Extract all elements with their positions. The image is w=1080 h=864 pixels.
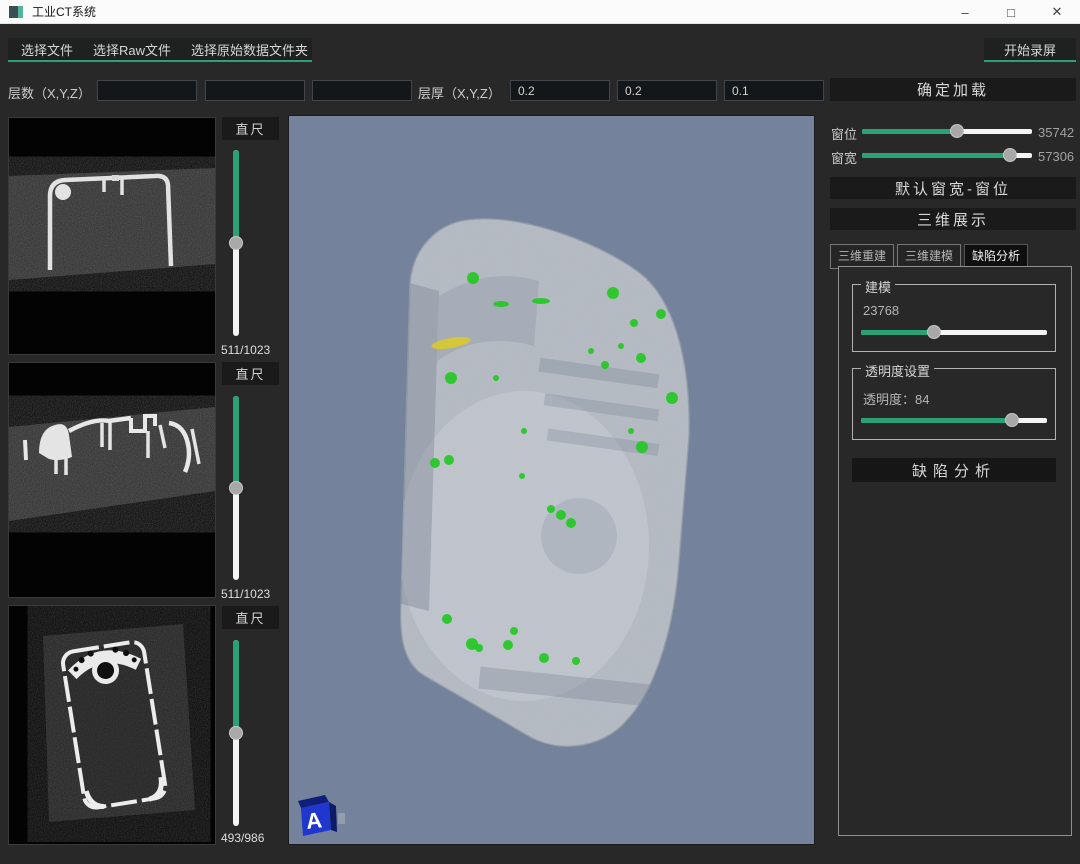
slice-position-1: 511/1023	[221, 343, 283, 357]
slice-slider-3[interactable]	[228, 640, 244, 826]
window-level-slider[interactable]	[862, 124, 1032, 138]
slider-handle[interactable]	[950, 124, 964, 138]
transparency-legend: 透明度设置	[861, 361, 934, 380]
record-toolbar: 开始录屏	[984, 38, 1076, 62]
window-width-value: 57306	[1038, 149, 1074, 164]
slider-handle[interactable]	[229, 726, 243, 740]
slider-handle[interactable]	[1005, 413, 1019, 427]
maximize-button[interactable]: □	[988, 0, 1034, 24]
layers-label: 层数（X,Y,Z）	[8, 83, 91, 102]
viewer-logo-cube: A	[298, 795, 345, 836]
select-file-button[interactable]: 选择文件	[12, 38, 82, 61]
window-width-label: 窗宽	[831, 148, 857, 167]
slider-handle[interactable]	[229, 481, 243, 495]
default-window-button[interactable]: 默认窗宽-窗位	[830, 177, 1076, 199]
app-window: 工业CT系统 – □ ✕ 选择文件 选择Raw文件 选择原始数据文件夹 开始录屏…	[0, 0, 1080, 864]
slider-handle[interactable]	[1003, 148, 1017, 162]
minimize-button[interactable]: –	[942, 0, 988, 24]
ruler-button-1[interactable]: 直尺	[222, 117, 279, 140]
layers-y-input[interactable]	[205, 80, 305, 101]
slice-position-3: 493/986	[221, 831, 283, 845]
transparency-slider[interactable]	[861, 413, 1047, 427]
slice-position-2: 511/1023	[221, 587, 283, 601]
window-level-value: 35742	[1038, 125, 1074, 140]
thickness-y-input[interactable]	[617, 80, 717, 101]
display-3d-button[interactable]: 三维展示	[830, 208, 1076, 230]
layers-x-input[interactable]	[97, 80, 197, 101]
thickness-label: 层厚（X,Y,Z）	[418, 83, 501, 102]
thickness-x-input[interactable]	[510, 80, 610, 101]
ct-slice-view-yz[interactable]	[8, 362, 216, 598]
transparency-value-label: 透明度：84	[863, 389, 929, 408]
window-width-slider[interactable]	[862, 148, 1032, 162]
ruler-button-2[interactable]: 直尺	[222, 362, 279, 385]
transparency-groupbox: 透明度设置 透明度：84	[852, 368, 1056, 440]
layers-z-input[interactable]	[312, 80, 412, 101]
file-toolbar: 选择文件 选择Raw文件 选择原始数据文件夹	[8, 38, 312, 62]
slider-handle[interactable]	[229, 236, 243, 250]
ct-slice-view-xy[interactable]	[8, 605, 216, 845]
ct-slice-view-xz[interactable]	[8, 117, 216, 355]
start-record-button[interactable]: 开始录屏	[995, 38, 1065, 61]
confirm-load-button[interactable]: 确定加载	[830, 78, 1076, 101]
app-icon	[9, 6, 23, 18]
modeling-value: 23768	[863, 303, 899, 318]
window-level-label: 窗位	[831, 124, 857, 143]
modeling-legend: 建模	[861, 277, 895, 296]
thickness-z-input[interactable]	[724, 80, 824, 101]
ruler-button-3[interactable]: 直尺	[222, 606, 279, 629]
defect-analysis-button[interactable]: 缺陷分析	[852, 458, 1056, 482]
3d-render-view[interactable]: A	[288, 115, 815, 845]
svg-text:A: A	[305, 807, 324, 834]
window-title: 工业CT系统	[32, 3, 96, 20]
close-button[interactable]: ✕	[1034, 0, 1080, 24]
slider-handle[interactable]	[927, 325, 941, 339]
modeling-groupbox: 建模 23768	[852, 284, 1056, 352]
title-bar: 工业CT系统 – □ ✕	[0, 0, 1080, 24]
select-folder-button[interactable]: 选择原始数据文件夹	[182, 38, 317, 61]
slice-slider-1[interactable]	[228, 150, 244, 336]
slice-slider-2[interactable]	[228, 396, 244, 580]
select-raw-button[interactable]: 选择Raw文件	[84, 38, 180, 61]
modeling-slider[interactable]	[861, 325, 1047, 339]
